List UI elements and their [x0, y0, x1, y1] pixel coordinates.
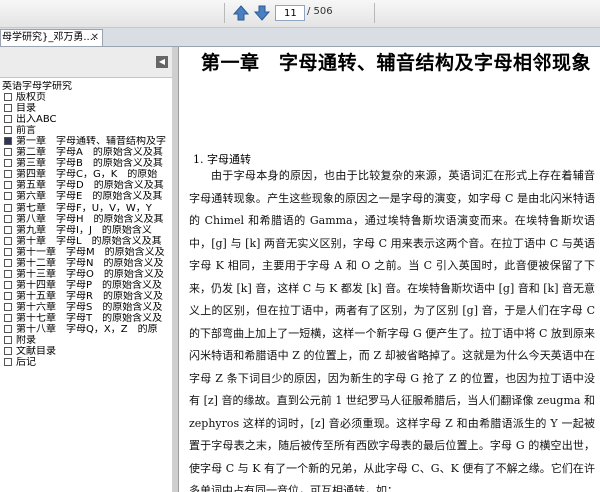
page-total: / 506	[307, 6, 333, 17]
bookmark-page-icon	[4, 280, 12, 289]
bookmark-label: 前言	[16, 125, 36, 137]
close-tab-icon[interactable]: ✕	[91, 30, 99, 46]
bookmark-root[interactable]: 英语字母学研究	[2, 81, 170, 92]
bookmark-label: 第十二章 字母N 的原始含义及	[16, 257, 164, 269]
bookmark-item[interactable]: 出入ABC	[2, 114, 170, 125]
bookmark-page-icon	[4, 258, 12, 267]
body-text: 由于字母本身的原因，也由于比较复杂的来源，英语词汇在形式上存在着辅音字母通转现象…	[189, 165, 595, 492]
arrow-up-icon	[232, 5, 250, 21]
bookmark-item[interactable]: 第六章 字母E 的原始含义及其	[2, 191, 170, 202]
bookmark-page-icon	[4, 236, 12, 245]
bookmark-page-icon	[4, 358, 12, 367]
bookmark-item[interactable]: 第一章 字母通转、辅音结构及字	[2, 136, 170, 147]
bookmark-page-icon	[4, 192, 12, 201]
document-view: 第一章 字母通转、辅音结构及字母相邻现象 1. 字母通转 由于字母本身的原因，也…	[179, 47, 600, 492]
bookmark-label: 附录	[16, 335, 36, 347]
bookmark-label: 第一章 字母通转、辅音结构及字	[16, 136, 166, 148]
next-page-button[interactable]	[253, 4, 271, 22]
document-tab[interactable]: 母学研究}_邓万勇.... ✕	[0, 29, 103, 46]
bookmark-page-icon	[4, 148, 12, 157]
bookmark-label: 文献目录	[16, 346, 56, 358]
toolbar: 11 / 506	[0, 0, 600, 28]
bookmark-item[interactable]: 第十四章 字母P 的原始含义及	[2, 280, 170, 291]
bookmark-item[interactable]: 第十八章 字母Q，X，Z 的原	[2, 324, 170, 335]
bookmark-item[interactable]: 附录	[2, 335, 170, 346]
bookmark-label: 第十三章 字母O 的原始含义及	[16, 268, 164, 280]
bookmark-item[interactable]: 目录	[2, 103, 170, 114]
bookmark-item[interactable]: 第十六章 字母S 的原始含义及	[2, 302, 170, 313]
bookmark-page-icon	[4, 159, 12, 168]
bookmark-item[interactable]: 第二章 字母A 的原始含义及其	[2, 147, 170, 158]
bookmark-label: 第十五章 字母R 的原始含义及	[16, 290, 163, 302]
bookmark-page-icon	[4, 181, 12, 190]
toolbar-separator	[374, 3, 375, 23]
bookmark-item[interactable]: 第七章 字母F，U，V，W，Y	[2, 203, 170, 214]
bookmark-label: 第八章 字母H 的原始含义及其	[16, 213, 164, 225]
toolbar-separator	[224, 3, 225, 23]
bookmark-page-icon	[4, 347, 12, 356]
bookmark-page-icon	[4, 170, 12, 179]
bookmark-item[interactable]: 版权页	[2, 92, 170, 103]
bookmark-label: 第六章 字母E 的原始含义及其	[16, 191, 163, 203]
bookmark-page-icon	[4, 302, 12, 311]
bookmark-page-icon	[4, 93, 12, 102]
panel-splitter[interactable]	[172, 47, 179, 492]
bookmark-page-icon	[4, 313, 12, 322]
bookmark-item[interactable]: 文献目录	[2, 346, 170, 357]
bookmark-page-icon	[4, 137, 12, 146]
bookmark-label: 第十六章 字母S 的原始含义及	[16, 301, 163, 313]
panel-header: ◀	[0, 47, 172, 78]
bookmark-item[interactable]: 第十二章 字母N 的原始含义及	[2, 258, 170, 269]
bookmark-item[interactable]: 第八章 字母H 的原始含义及其	[2, 214, 170, 225]
chapter-title: 第一章 字母通转、辅音结构及字母相邻现象	[201, 52, 592, 74]
bookmark-page-icon	[4, 203, 12, 212]
bookmark-item[interactable]: 第五章 字母D 的原始含义及其	[2, 180, 170, 191]
tab-bar: 母学研究}_邓万勇.... ✕	[0, 28, 600, 47]
bookmark-label: 出入ABC	[16, 114, 57, 126]
bookmark-page-icon	[4, 336, 12, 345]
collapse-panel-button[interactable]: ◀	[156, 56, 168, 68]
bookmark-label: 第五章 字母D 的原始含义及其	[16, 180, 164, 192]
previous-page-button[interactable]	[232, 4, 250, 22]
tab-title: 母学研究}_邓万勇....	[2, 32, 97, 43]
bookmark-item[interactable]: 后记	[2, 357, 170, 368]
bookmark-label: 第四章 字母C，G，K 的原始	[16, 169, 158, 181]
bookmark-item[interactable]: 第四章 字母C，G，K 的原始	[2, 169, 170, 180]
bookmark-label: 第十章 字母L 的原始含义及其	[16, 235, 162, 247]
bookmark-label: 第二章 字母A 的原始含义及其	[16, 147, 163, 159]
bookmark-label: 第十八章 字母Q，X，Z 的原	[16, 324, 158, 336]
bookmark-page-icon	[4, 126, 12, 135]
bookmark-page-icon	[4, 214, 12, 223]
bookmark-item[interactable]: 第十章 字母L 的原始含义及其	[2, 236, 170, 247]
bookmark-item[interactable]: 前言	[2, 125, 170, 136]
bookmark-page-icon	[4, 247, 12, 256]
bookmark-label: 第十四章 字母P 的原始含义及	[16, 279, 163, 291]
bookmark-label: 目录	[16, 103, 36, 115]
bookmark-page-icon	[4, 291, 12, 300]
bookmark-item[interactable]: 第十一章 字母M 的原始含义及	[2, 247, 170, 258]
bookmarks-panel: ◀ 英语字母学研究 版权页 目录 出入ABC 前言 第一章 字母通转、辅音结构及字 第二章…	[0, 47, 173, 492]
bookmark-item[interactable]: 第十三章 字母O 的原始含义及	[2, 269, 170, 280]
bookmark-page-icon	[4, 115, 12, 124]
bookmark-page-icon	[4, 225, 12, 234]
bookmark-label: 第九章 字母I，J 的原始含义	[16, 224, 152, 236]
bookmark-item[interactable]: 第九章 字母I，J 的原始含义	[2, 225, 170, 236]
bookmark-label: 版权页	[16, 92, 46, 104]
paragraph: 由于字母本身的原因，也由于比较复杂的来源，英语词汇在形式上存在着辅音字母通转现象…	[189, 169, 595, 492]
bookmark-label: 第三章 字母B 的原始含义及其	[16, 158, 163, 170]
bookmark-label: 第十七章 字母T 的原始含义及	[16, 312, 163, 324]
bookmark-page-icon	[4, 325, 12, 334]
bookmark-item[interactable]: 第十五章 字母R 的原始含义及	[2, 291, 170, 302]
bookmark-label: 后记	[16, 357, 36, 369]
bookmark-page-icon	[4, 269, 12, 278]
bookmark-item[interactable]: 第十七章 字母T 的原始含义及	[2, 313, 170, 324]
page-number-input[interactable]: 11	[275, 5, 305, 21]
arrow-down-icon	[253, 5, 271, 21]
bookmark-item[interactable]: 第三章 字母B 的原始含义及其	[2, 158, 170, 169]
bookmark-label: 第七章 字母F，U，V，W，Y	[16, 202, 152, 214]
bookmark-tree: 英语字母学研究 版权页 目录 出入ABC 前言 第一章 字母通转、辅音结构及字 第二章 字…	[2, 81, 170, 368]
bookmark-page-icon	[4, 104, 12, 113]
bookmark-label: 第十一章 字母M 的原始含义及	[16, 246, 165, 258]
